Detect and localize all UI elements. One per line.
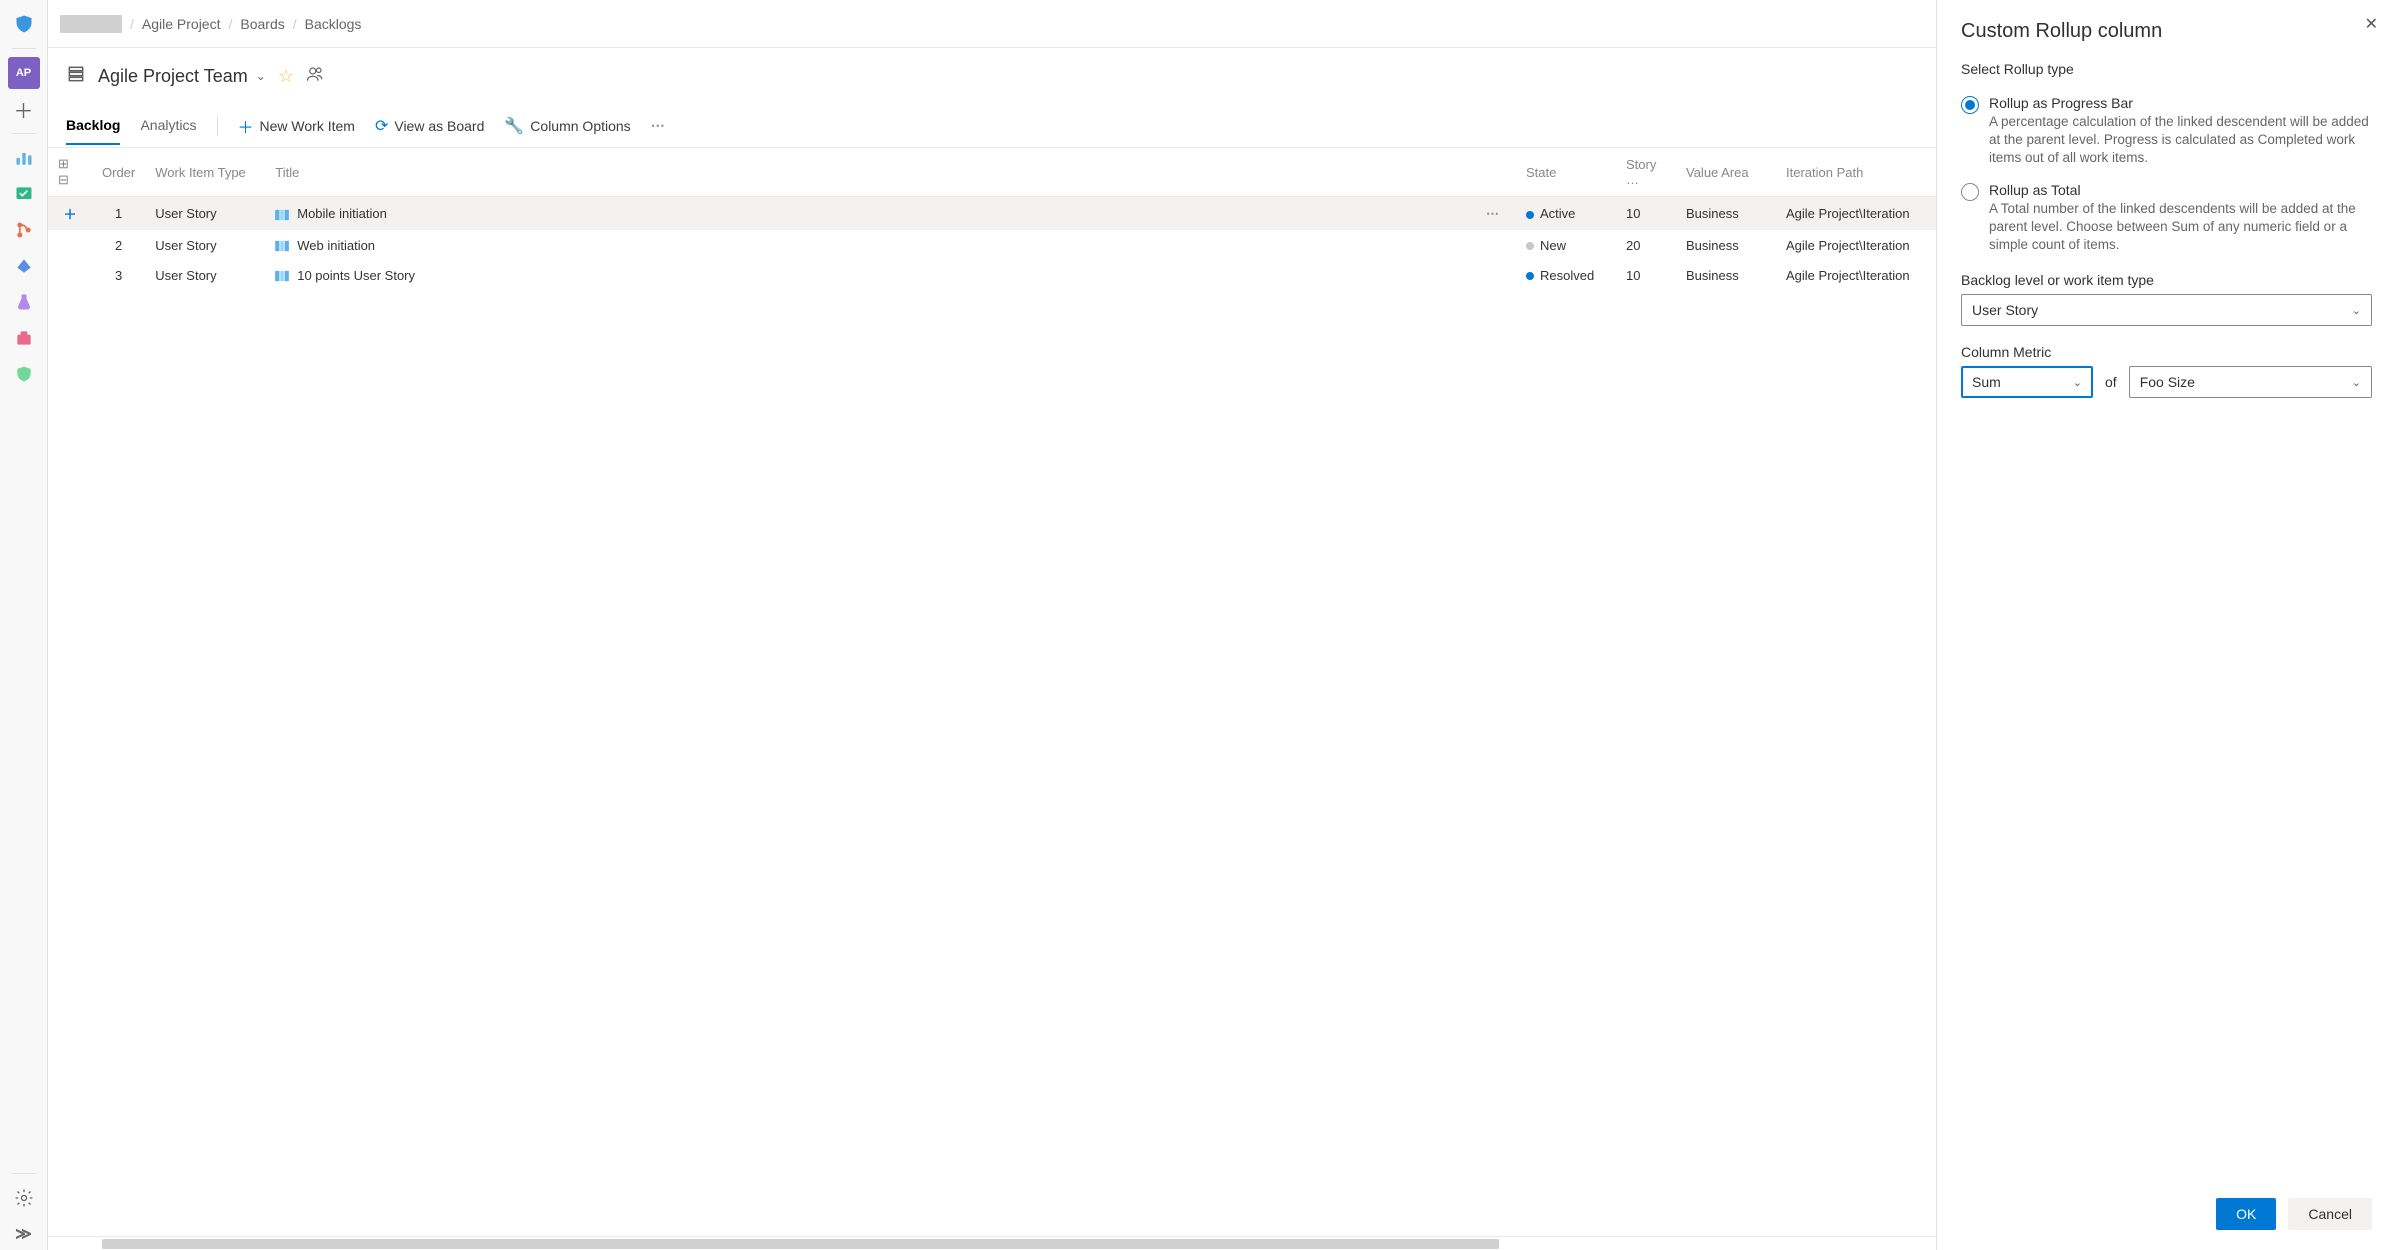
left-nav-rail: AP ＋ ≫ xyxy=(0,0,48,1250)
breadcrumb-project[interactable]: Agile Project xyxy=(142,16,221,32)
column-metric-label: Column Metric xyxy=(1961,344,2372,360)
cell-order: 1 xyxy=(92,197,145,231)
cell-story-points: 10 xyxy=(1616,197,1676,231)
team-picker-chevron-icon[interactable]: ⌄ xyxy=(256,69,266,83)
team-name[interactable]: Agile Project Team xyxy=(98,66,248,87)
cell-story-points: 10 xyxy=(1616,260,1676,290)
main-area: / Agile Project / Boards / Backlogs Agil… xyxy=(48,0,1936,1250)
cell-work-item-type: User Story xyxy=(145,260,265,290)
radio-dot-icon xyxy=(1961,183,1979,201)
cell-story-points: 20 xyxy=(1616,230,1676,260)
cell-value-area: Business xyxy=(1676,260,1776,290)
panel-footer: OK Cancel xyxy=(1961,1198,2372,1230)
column-options-button[interactable]: 🔧Column Options xyxy=(504,116,630,136)
cell-title[interactable]: 10 points User Story xyxy=(265,260,1476,290)
nav-pipelines-icon[interactable] xyxy=(8,250,40,282)
col-state[interactable]: State xyxy=(1516,148,1616,197)
panel-title: Custom Rollup column xyxy=(1961,20,2372,43)
radio-option-title: Rollup as Total xyxy=(1989,182,2372,198)
cell-work-item-type: User Story xyxy=(145,230,265,260)
add-project-button[interactable]: ＋ xyxy=(8,93,40,125)
nav-boards-icon[interactable] xyxy=(8,178,40,210)
rollup-total-radio[interactable]: Rollup as Total A Total number of the lin… xyxy=(1961,182,2372,255)
cell-value-area: Business xyxy=(1676,197,1776,231)
close-icon[interactable]: ✕ xyxy=(2365,14,2378,34)
cell-work-item-type: User Story xyxy=(145,197,265,231)
team-header: Agile Project Team ⌄ ☆ xyxy=(48,48,1936,104)
metric-aggregate-select[interactable]: Sum⌄ xyxy=(1961,366,2093,398)
cell-value-area: Business xyxy=(1676,230,1776,260)
cell-order: 3 xyxy=(92,260,145,290)
org-name-redacted xyxy=(60,15,122,33)
table-row[interactable]: ＋ 1User StoryMobile initiation ⋯ Active10Bu… xyxy=(48,197,1936,231)
cell-state: Active xyxy=(1516,197,1616,231)
breadcrumb-boards[interactable]: Boards xyxy=(240,16,284,32)
user-story-icon xyxy=(275,270,289,282)
col-order[interactable]: Order xyxy=(92,148,145,197)
more-actions-icon[interactable]: ⋯ xyxy=(651,117,667,134)
new-work-item-button[interactable]: ＋New Work Item xyxy=(238,114,355,138)
horizontal-scrollbar[interactable] xyxy=(48,1236,1936,1250)
team-members-icon[interactable] xyxy=(306,65,324,88)
rollup-type-label: Select Rollup type xyxy=(1961,61,2372,77)
row-actions-icon[interactable]: ⋯ xyxy=(1486,206,1500,221)
nav-artifacts-icon[interactable] xyxy=(8,322,40,354)
rollup-progress-bar-radio[interactable]: Rollup as Progress Bar A percentage calcu… xyxy=(1961,95,2372,168)
table-row[interactable]: 2User StoryWeb initiation⋯New20BusinessA… xyxy=(48,230,1936,260)
metric-field-select[interactable]: Foo Size⌄ xyxy=(2129,366,2372,398)
cell-order: 2 xyxy=(92,230,145,260)
radio-option-description: A percentage calculation of the linked d… xyxy=(1989,113,2372,168)
col-value-area[interactable]: Value Area xyxy=(1676,148,1776,197)
user-story-icon xyxy=(275,209,289,221)
backlog-level-label: Backlog level or work item type xyxy=(1961,272,2372,288)
expand-collapse-header[interactable]: ⊞ ⊟ xyxy=(48,148,92,197)
radio-option-description: A Total number of the linked descendents… xyxy=(1989,200,2372,255)
ok-button[interactable]: OK xyxy=(2216,1198,2276,1230)
cell-state: New xyxy=(1516,230,1616,260)
breadcrumb: / Agile Project / Boards / Backlogs xyxy=(48,0,1936,48)
collapse-rail-icon[interactable]: ≫ xyxy=(8,1218,40,1250)
col-title[interactable]: Title xyxy=(265,148,1476,197)
col-iteration-path[interactable]: Iteration Path xyxy=(1776,148,1936,197)
cancel-button[interactable]: Cancel xyxy=(2288,1198,2372,1230)
nav-security-icon[interactable] xyxy=(8,358,40,390)
settings-icon[interactable] xyxy=(8,1182,40,1214)
backlog-level-select[interactable]: User Story⌄ xyxy=(1961,294,2372,326)
add-child-icon[interactable]: ＋ xyxy=(63,207,76,222)
cell-title[interactable]: Web initiation xyxy=(265,230,1476,260)
breadcrumb-backlogs[interactable]: Backlogs xyxy=(305,16,362,32)
cell-iteration: Agile Project\Iteration xyxy=(1776,197,1936,231)
nav-dashboards-icon[interactable] xyxy=(8,142,40,174)
nav-testplans-icon[interactable] xyxy=(8,286,40,318)
backlog-toolbar: Backlog Analytics ＋New Work Item ⟳View a… xyxy=(48,104,1936,148)
tab-analytics[interactable]: Analytics xyxy=(140,117,196,145)
cell-state: Resolved xyxy=(1516,260,1616,290)
tab-backlog[interactable]: Backlog xyxy=(66,117,120,145)
cell-iteration: Agile Project\Iteration xyxy=(1776,260,1936,290)
cell-title[interactable]: Mobile initiation xyxy=(265,197,1476,231)
user-story-icon xyxy=(275,240,289,252)
favorite-star-icon[interactable]: ☆ xyxy=(278,66,294,87)
table-row[interactable]: 3User Story10 points User Story⋯Resolved… xyxy=(48,260,1936,290)
view-as-board-button[interactable]: ⟳View as Board xyxy=(375,116,484,136)
backlog-icon xyxy=(66,64,86,89)
metric-of-label: of xyxy=(2105,374,2117,390)
radio-dot-icon xyxy=(1961,96,1979,114)
radio-option-title: Rollup as Progress Bar xyxy=(1989,95,2372,111)
product-icon[interactable] xyxy=(8,8,40,40)
custom-rollup-panel: ✕ Custom Rollup column Select Rollup typ… xyxy=(1936,0,2396,1250)
project-avatar[interactable]: AP xyxy=(8,57,40,89)
backlog-grid: ⊞ ⊟ Order Work Item Type Title State Sto… xyxy=(48,148,1936,1236)
col-story-points[interactable]: Story … xyxy=(1616,148,1676,197)
nav-repos-icon[interactable] xyxy=(8,214,40,246)
cell-iteration: Agile Project\Iteration xyxy=(1776,230,1936,260)
col-work-item-type[interactable]: Work Item Type xyxy=(145,148,265,197)
